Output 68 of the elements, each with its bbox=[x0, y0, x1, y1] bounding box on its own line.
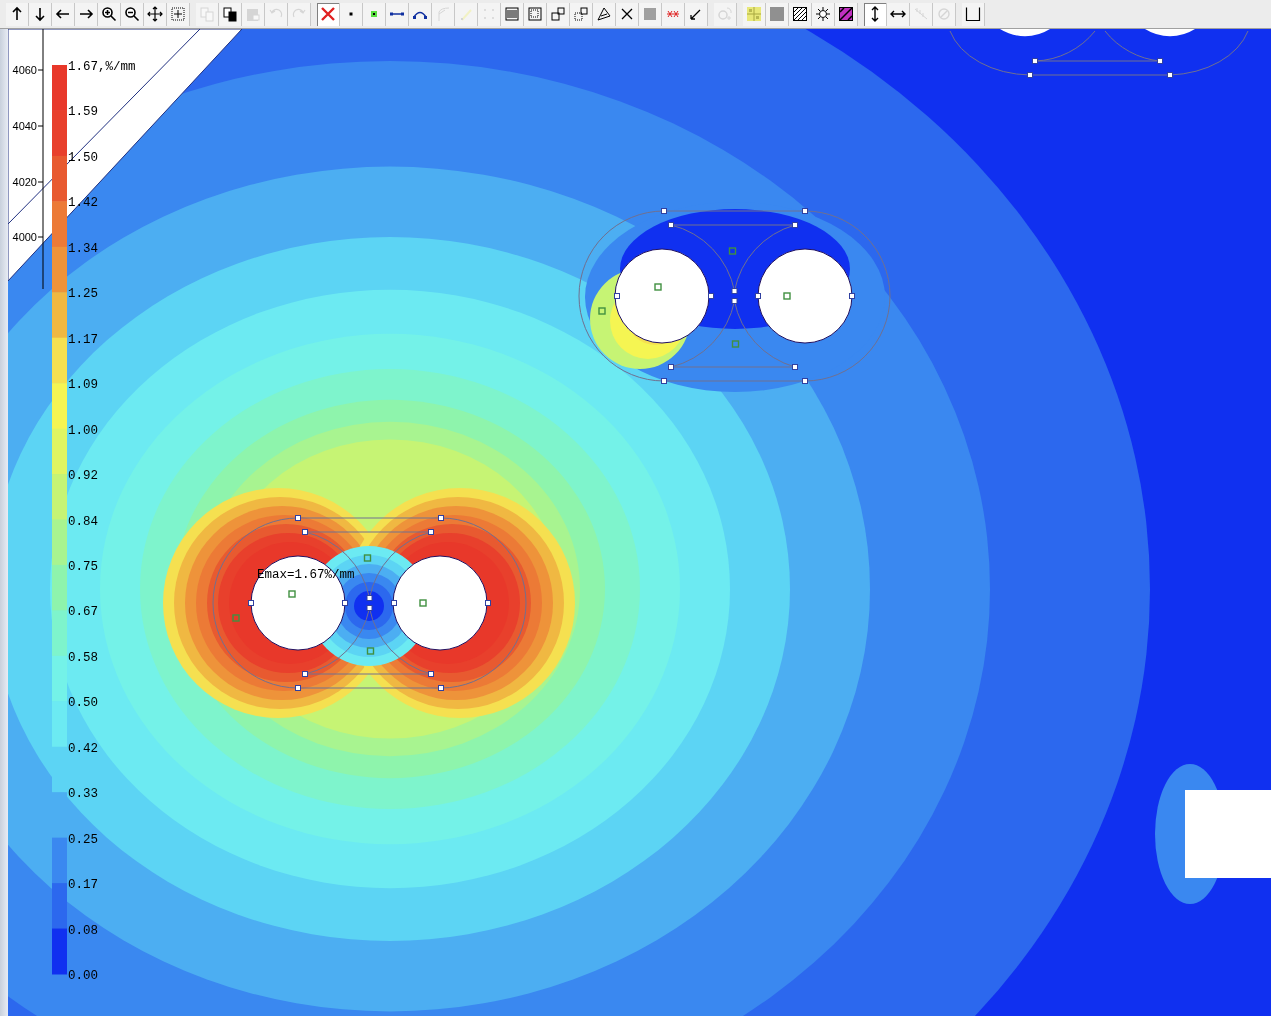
comb-icon bbox=[913, 6, 929, 22]
toolbar-button[interactable] bbox=[386, 2, 409, 26]
legend-label: 0.50 bbox=[68, 696, 98, 711]
sun-icon bbox=[815, 6, 831, 22]
zoom-out-icon bbox=[124, 6, 140, 22]
copy-icon bbox=[222, 6, 238, 22]
axis-tick-label: 4020 bbox=[12, 176, 37, 188]
legend-label: 0.17 bbox=[68, 878, 98, 893]
toolbar-button[interactable] bbox=[144, 2, 167, 26]
box-icon bbox=[527, 6, 543, 22]
dotted-frame-icon bbox=[170, 6, 186, 22]
toolbar-button[interactable] bbox=[219, 2, 242, 26]
cross-icon bbox=[619, 6, 635, 22]
legend-label: 1.25 bbox=[68, 287, 98, 302]
branch-icon bbox=[435, 6, 451, 22]
legend-label: 1.17 bbox=[68, 332, 98, 347]
no-entry-icon bbox=[936, 6, 952, 22]
toolbar-button[interactable] bbox=[616, 2, 639, 26]
legend-label: 0.25 bbox=[68, 832, 98, 847]
legend-label: 0.08 bbox=[68, 923, 98, 938]
toolbar-button[interactable] bbox=[962, 2, 985, 26]
axis-tick-label: 4000 bbox=[12, 231, 37, 243]
pen-icon bbox=[596, 6, 612, 22]
bracket-icon bbox=[965, 6, 981, 22]
hatch-icon bbox=[792, 6, 808, 22]
legend-label: 0.58 bbox=[68, 650, 98, 665]
toolbar-button[interactable] bbox=[121, 2, 144, 26]
legend-label: 0.92 bbox=[68, 469, 98, 484]
toolbar-button[interactable] bbox=[409, 2, 432, 26]
toolbar-button[interactable] bbox=[887, 2, 910, 26]
zoom-in-icon bbox=[101, 6, 117, 22]
legend-label: 1.09 bbox=[68, 378, 98, 393]
filled-square-icon bbox=[769, 6, 785, 22]
toolbar-button[interactable] bbox=[685, 2, 708, 26]
legend-label: 0.84 bbox=[68, 514, 98, 529]
legend-label: 1.67,%/mm bbox=[68, 60, 136, 74]
refresh-icon bbox=[717, 6, 733, 22]
legend-label: 0.67 bbox=[68, 605, 98, 620]
toolbar-button[interactable] bbox=[547, 2, 570, 26]
toolbar-button[interactable] bbox=[789, 2, 812, 26]
toolbar-button[interactable] bbox=[593, 2, 616, 26]
lines-icon bbox=[504, 6, 520, 22]
axis-tick-label: 4040 bbox=[12, 120, 37, 132]
filled-hatch-icon bbox=[838, 6, 854, 22]
legend-label: 1.34 bbox=[68, 241, 98, 256]
legend-label: 1.00 bbox=[68, 423, 98, 438]
legend-label: 1.59 bbox=[68, 105, 98, 120]
toolbar-button[interactable] bbox=[52, 2, 75, 26]
grid-icon bbox=[746, 6, 762, 22]
axis-tick-label: 4060 bbox=[12, 64, 37, 76]
legend-label: 0.75 bbox=[68, 559, 98, 574]
toolbar-button[interactable] bbox=[864, 2, 887, 26]
toolbar-button[interactable] bbox=[75, 2, 98, 26]
squares-icon bbox=[573, 6, 589, 22]
copy-icon bbox=[199, 6, 215, 22]
four-arrows-icon bbox=[147, 6, 163, 22]
toolbar-button[interactable] bbox=[6, 2, 29, 26]
delete-icon bbox=[320, 6, 336, 22]
squares-icon bbox=[550, 6, 566, 22]
clipboard-icon bbox=[245, 6, 261, 22]
legend-label: 0.00 bbox=[68, 969, 98, 983]
toolbar-button[interactable] bbox=[29, 2, 52, 26]
legend-label: 0.33 bbox=[68, 787, 98, 802]
toolbar-button[interactable] bbox=[98, 2, 121, 26]
legend-label: 0.42 bbox=[68, 741, 98, 756]
down-arrow-icon bbox=[32, 6, 48, 22]
toolbar-button[interactable] bbox=[835, 2, 858, 26]
toolbar-button[interactable] bbox=[812, 2, 835, 26]
